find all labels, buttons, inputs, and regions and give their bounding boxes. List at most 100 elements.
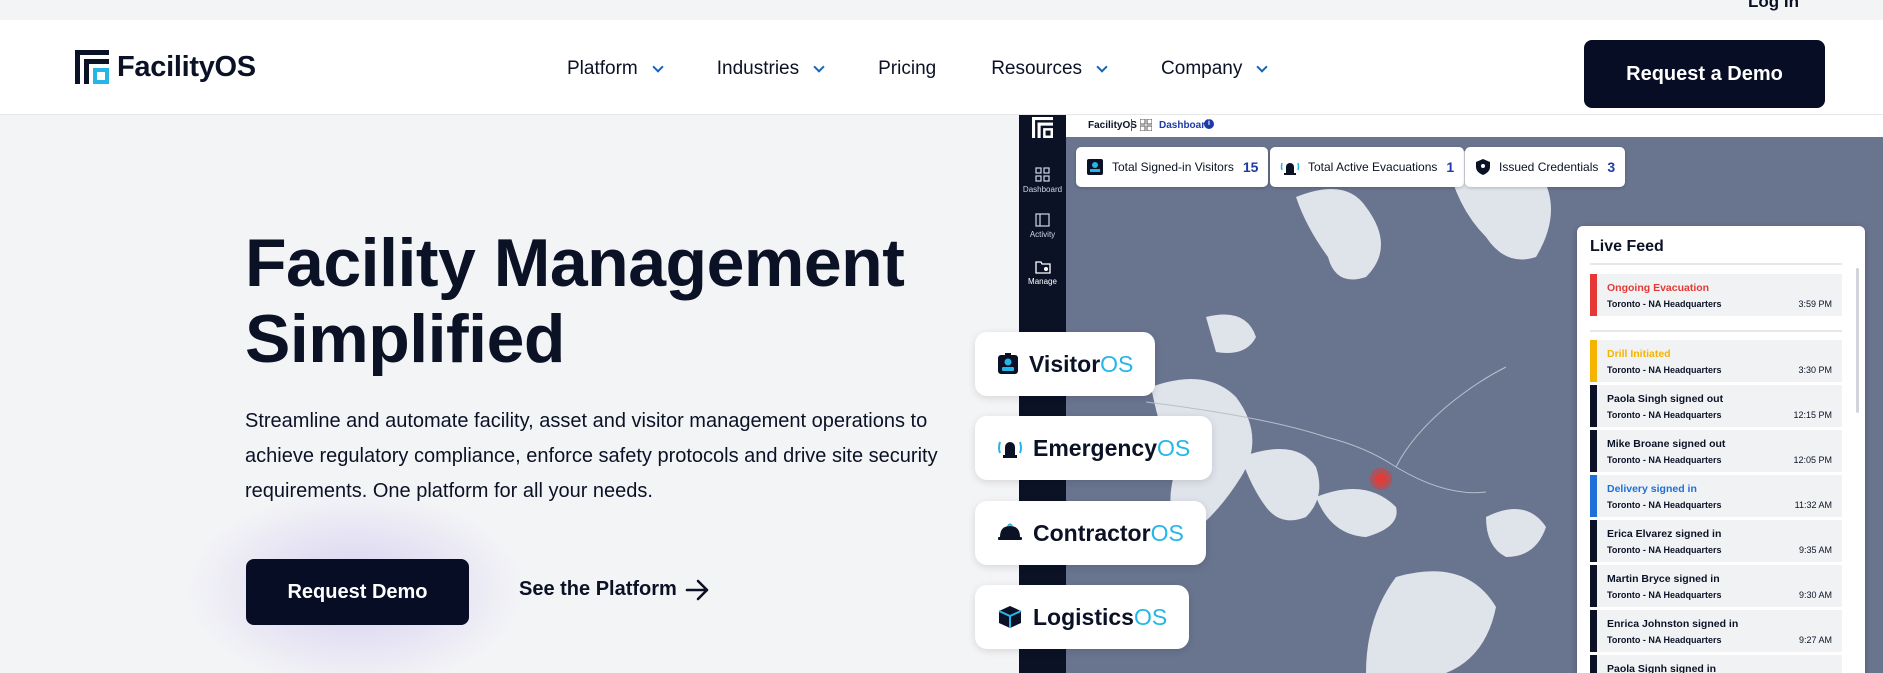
feed-item-location: Toronto - NA Headquarters [1607, 365, 1722, 375]
hero-title: Facility Management Simplified [245, 225, 965, 377]
stat-issued-credentials[interactable]: Issued Credentials 3 [1465, 147, 1626, 187]
stat-active-evacuations[interactable]: Total Active Evacuations 1 [1270, 147, 1465, 187]
live-feed-item[interactable]: Enrica Johnston signed in Toronto - NA He… [1590, 610, 1842, 652]
product-emergencyos[interactable]: Emergency OS [975, 416, 1213, 480]
sidebar-item-label: Activity [1029, 230, 1056, 239]
shield-icon [1476, 159, 1490, 175]
login-link[interactable]: Log In [1748, 0, 1799, 12]
hero-title-line2: Simplified [245, 301, 565, 377]
info-icon[interactable]: i [1204, 119, 1214, 129]
see-the-platform-link[interactable]: See the Platform [519, 578, 711, 601]
feed-item-title: Delivery signed in [1607, 483, 1697, 495]
live-feed-item[interactable]: Martin Bryce signed in Toronto - NA Headq… [1590, 565, 1842, 607]
stat-label: Issued Credentials [1499, 160, 1599, 174]
chevron-down-icon [1256, 61, 1269, 73]
stat-label: Total Signed-in Visitors [1112, 160, 1234, 174]
live-feed-item[interactable]: Mike Broane signed out Toronto - NA Headq… [1590, 430, 1842, 472]
manage-icon [1034, 261, 1051, 274]
stat-value: 15 [1242, 159, 1259, 175]
alarm-icon [998, 441, 1022, 458]
main-nav: Platform Industries Pricing Resources Co… [567, 58, 1321, 80]
feed-item-time: 3:30 PM [1798, 365, 1832, 375]
sidebar-item-activity[interactable]: Activity [1019, 213, 1066, 239]
live-feed-item[interactable]: Delivery signed in Toronto - NA Headquart… [1590, 475, 1842, 517]
product-suffix: OS [1100, 350, 1134, 377]
chevron-down-icon [1096, 61, 1108, 73]
feed-item-title: Paola Singh signed out [1607, 393, 1724, 405]
product-name: Logistics [1033, 603, 1134, 630]
live-feed-item[interactable]: Erica Elvarez signed in Toronto - NA Head… [1590, 520, 1842, 562]
product-name: Emergency [1033, 434, 1158, 461]
nav-industries[interactable]: Industries [716, 58, 825, 80]
feed-item-time: 11:32 AM [1794, 500, 1832, 510]
grid-icon [1140, 119, 1152, 131]
utility-bar: Log In [0, 0, 1883, 20]
product-suffix: OS [1157, 434, 1191, 461]
nav-label: Industries [716, 58, 800, 79]
dashboard-topbar: FacilityOS Dashboard i [1019, 115, 1883, 137]
product-suffix: OS [1150, 519, 1184, 546]
scrollbar[interactable] [1856, 268, 1859, 413]
sidebar-item-label: Manage [1028, 277, 1057, 286]
logo-text: FacilityOS [117, 50, 256, 83]
divider [1131, 119, 1132, 131]
product-logisticsos[interactable]: Logistics OS [975, 585, 1190, 649]
package-icon [998, 606, 1022, 628]
sidebar-item-label: Dashboard [1022, 185, 1063, 194]
feed-item-title: Ongoing Evacuation [1607, 282, 1710, 294]
facilityos-logo-icon [75, 50, 109, 84]
feed-item-location: Toronto - NA Headquarters [1607, 410, 1722, 420]
logo[interactable]: FacilityOS [75, 50, 256, 84]
live-feed-item[interactable]: Paola Signh signed in [1590, 655, 1842, 673]
alarm-icon [1280, 162, 1300, 175]
stat-signed-in-visitors[interactable]: Total Signed-in Visitors 15 [1076, 147, 1269, 187]
product-visitoros[interactable]: Visitor OS [975, 332, 1156, 396]
feed-item-title: Martin Bryce signed in [1607, 573, 1720, 585]
feed-item-location: Toronto - NA Headquarters [1607, 590, 1722, 600]
live-feed-title: Live Feed [1590, 238, 1664, 255]
feed-item-location: Toronto - NA Headquarters [1607, 500, 1722, 510]
sidebar-item-manage[interactable]: Manage [1019, 260, 1066, 286]
feed-item-time: 9:35 AM [1798, 545, 1832, 555]
nav-company[interactable]: Company [1161, 58, 1269, 80]
nav-label: Company [1161, 58, 1243, 79]
stat-label: Total Active Evacuations [1308, 160, 1438, 174]
feed-item-title: Erica Elvarez signed in [1607, 528, 1722, 540]
feed-item-location: Toronto - NA Headquarters [1607, 299, 1722, 309]
arrow-right-icon [685, 579, 709, 600]
hero-title-line1: Facility Management [245, 225, 905, 301]
request-demo-button[interactable]: Request Demo [246, 559, 469, 625]
sidebar-item-dashboard[interactable]: Dashboard [1019, 167, 1066, 194]
feed-item-time: 9:30 AM [1798, 590, 1832, 600]
request-a-demo-button[interactable]: Request a Demo [1584, 40, 1825, 108]
feed-item-location: Toronto - NA Headquarters [1607, 455, 1722, 465]
live-feed-item[interactable]: Ongoing Evacuation Toronto - NA Headquart… [1590, 274, 1842, 316]
feed-item-time: 9:27 AM [1798, 635, 1832, 645]
feed-item-time: 3:59 PM [1798, 299, 1832, 309]
live-feed-item[interactable]: Drill Initiated Toronto - NA Headquarters… [1590, 340, 1842, 382]
feed-item-time: 12:05 PM [1793, 455, 1832, 465]
live-feed-panel: Live Feed Ongoing Evacuation Toronto - NA… [1577, 226, 1865, 673]
nav-resources[interactable]: Resources [991, 58, 1108, 80]
nav-label: Resources [991, 58, 1083, 79]
feed-item-location: Toronto - NA Headquarters [1607, 635, 1722, 645]
badge-icon [1087, 159, 1103, 175]
stat-value: 1 [1446, 159, 1455, 175]
product-name: Visitor [1029, 350, 1101, 377]
nav-label: Pricing [878, 58, 937, 79]
nav-pricing[interactable]: Pricing [878, 58, 936, 80]
nav-label: Platform [567, 58, 638, 79]
nav-platform[interactable]: Platform [567, 58, 664, 80]
product-contractoros[interactable]: Contractor OS [975, 501, 1206, 565]
hardhat-icon [998, 523, 1022, 540]
activity-icon [1035, 213, 1050, 227]
feed-item-time: 12:15 PM [1793, 410, 1832, 420]
feed-item-title: Mike Broane signed out [1607, 438, 1726, 450]
badge-icon [998, 353, 1018, 374]
site-header: FacilityOS Platform Industries Pricing R… [0, 20, 1883, 115]
live-feed-item[interactable]: Paola Singh signed out Toronto - NA Headq… [1590, 385, 1842, 427]
product-suffix: OS [1133, 603, 1168, 630]
product-name: Contractor [1033, 519, 1151, 546]
divider [1590, 263, 1842, 265]
facilityos-logo-icon [1032, 117, 1053, 138]
